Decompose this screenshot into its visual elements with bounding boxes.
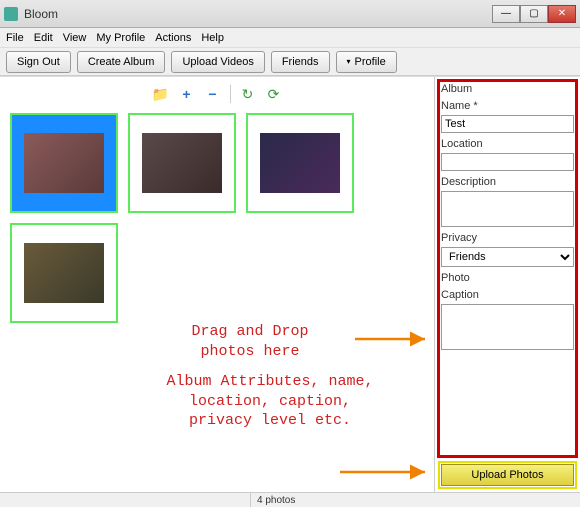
thumbnail-grid[interactable]: [6, 113, 428, 323]
name-label: Name *: [441, 100, 574, 112]
privacy-select[interactable]: Friends: [441, 247, 574, 267]
location-input[interactable]: [441, 153, 574, 171]
plus-icon[interactable]: +: [178, 85, 196, 103]
thumbnail[interactable]: [10, 223, 118, 323]
upload-videos-button[interactable]: Upload Videos: [171, 51, 264, 73]
maximize-button[interactable]: ▢: [520, 5, 548, 23]
photo-image: [24, 243, 104, 303]
caption-label: Caption: [441, 289, 574, 301]
chevron-down-icon: ▾: [347, 57, 351, 66]
window-title: Bloom: [24, 7, 492, 21]
statusbar: 4 photos: [0, 492, 580, 507]
menu-view[interactable]: View: [63, 32, 87, 44]
create-album-button[interactable]: Create Album: [77, 51, 166, 73]
menu-edit[interactable]: Edit: [34, 32, 53, 44]
icon-toolbar: 📁 + − ↻ ⟳: [6, 85, 428, 103]
titlebar: Bloom — ▢ ✕: [0, 0, 580, 28]
app-icon: [4, 7, 18, 21]
album-label: Album: [441, 83, 574, 95]
profile-button[interactable]: ▾Profile: [336, 51, 397, 73]
photo-image: [24, 133, 104, 193]
album-form: Album Name * Location Description Privac…: [434, 77, 580, 492]
toolbar: Sign Out Create Album Upload Videos Frie…: [0, 48, 580, 76]
menu-help[interactable]: Help: [201, 32, 224, 44]
menubar: File Edit View My Profile Actions Help: [0, 28, 580, 48]
name-input[interactable]: [441, 115, 574, 133]
photo-image: [142, 133, 222, 193]
thumbnail[interactable]: [246, 113, 354, 213]
content-area: 📁 + − ↻ ⟳ Drag and Drop photos here Albu…: [0, 76, 580, 492]
arrow-icon: [340, 462, 435, 482]
menu-myprofile[interactable]: My Profile: [96, 32, 145, 44]
location-label: Location: [441, 138, 574, 150]
description-label: Description: [441, 176, 574, 188]
upload-photos-button[interactable]: Upload Photos: [441, 464, 574, 486]
photo-image: [260, 133, 340, 193]
menu-file[interactable]: File: [6, 32, 24, 44]
annotation-attrs: Album Attributes, name, location, captio…: [140, 372, 400, 431]
arrow-icon: [355, 329, 435, 349]
close-button[interactable]: ✕: [548, 5, 576, 23]
signout-button[interactable]: Sign Out: [6, 51, 71, 73]
minimize-button[interactable]: —: [492, 5, 520, 23]
privacy-label: Privacy: [441, 232, 574, 244]
divider: [230, 85, 231, 103]
refresh-icon[interactable]: ↻: [239, 85, 257, 103]
thumbnail[interactable]: [128, 113, 236, 213]
folder-icon[interactable]: 📁: [152, 85, 170, 103]
minus-icon[interactable]: −: [204, 85, 222, 103]
friends-button[interactable]: Friends: [271, 51, 330, 73]
status-count: 4 photos: [250, 493, 301, 507]
description-input[interactable]: [441, 191, 574, 227]
photo-label: Photo: [441, 272, 574, 284]
refresh-all-icon[interactable]: ⟳: [265, 85, 283, 103]
annotation-drag: Drag and Drop photos here: [140, 322, 360, 361]
thumbnail[interactable]: [10, 113, 118, 213]
photo-pane: 📁 + − ↻ ⟳ Drag and Drop photos here Albu…: [0, 77, 434, 492]
caption-input[interactable]: [441, 304, 574, 350]
menu-actions[interactable]: Actions: [155, 32, 191, 44]
